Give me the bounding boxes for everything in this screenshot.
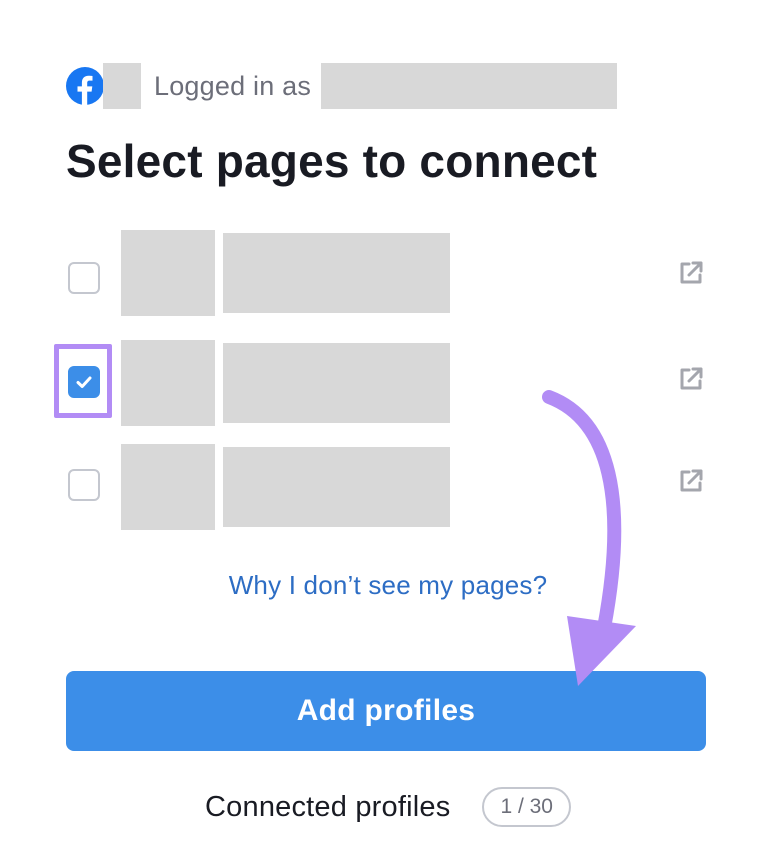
facebook-icon [66, 67, 104, 105]
page-checkbox[interactable] [68, 469, 100, 501]
page-checkbox-wrap [56, 344, 112, 420]
logged-in-row: Logged in as [66, 62, 618, 110]
page-list-item [54, 338, 716, 438]
connected-profiles-label: Connected profiles [205, 790, 451, 823]
external-link-icon[interactable] [676, 258, 706, 288]
connected-profiles-row: Connected profiles 1 / 30 [0, 784, 776, 830]
page-list-item [56, 228, 716, 328]
checkmark-icon [76, 376, 92, 388]
page-list-item [56, 442, 716, 542]
logged-in-label: Logged in as [154, 70, 312, 101]
page-name-redacted [223, 447, 450, 527]
external-link-icon[interactable] [676, 364, 706, 394]
account-name-redacted [321, 63, 618, 109]
connect-pages-dialog: Logged in as Select pages to connect Why… [0, 0, 776, 852]
page-avatar-redacted [121, 444, 215, 530]
profile-count-badge: 1 / 30 [482, 787, 571, 827]
account-avatar-redacted [103, 63, 141, 109]
page-checkbox[interactable] [68, 366, 100, 398]
page-avatar-redacted [121, 340, 215, 426]
page-name-redacted [223, 343, 450, 423]
why-no-pages-link[interactable]: Why I don’t see my pages? [0, 570, 776, 601]
page-checkbox-wrap [56, 447, 112, 523]
page-name-redacted [223, 233, 450, 313]
page-checkbox-wrap [56, 240, 112, 316]
external-link-icon[interactable] [676, 466, 706, 496]
page-title: Select pages to connect [66, 135, 598, 187]
add-profiles-button[interactable]: Add profiles [66, 671, 706, 751]
page-avatar-redacted [121, 230, 215, 316]
page-checkbox[interactable] [68, 262, 100, 294]
